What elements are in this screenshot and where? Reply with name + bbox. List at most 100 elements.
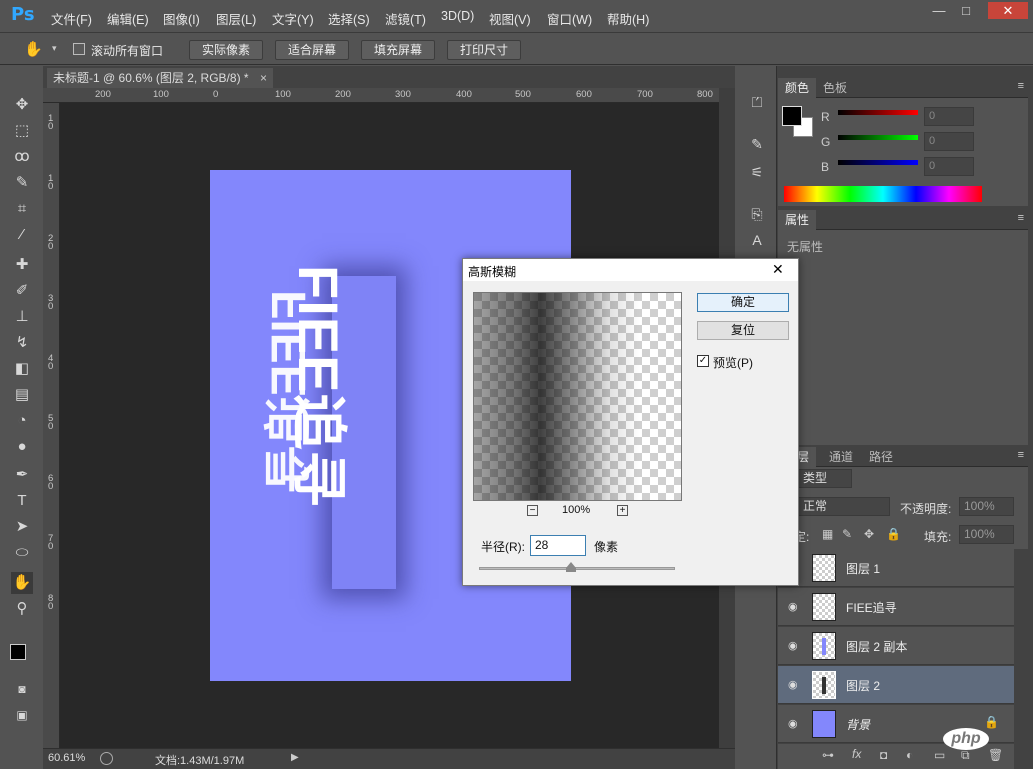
hand-tool-icon[interactable]: ✋ [24,40,43,58]
brush-panel-icon[interactable]: ⚟ [747,162,767,182]
healing-brush-tool-icon[interactable]: ✚ [11,254,33,276]
new-layer-icon[interactable]: ⧉ [961,748,970,763]
crop-tool-icon[interactable]: ⌗ [11,198,33,220]
reset-button[interactable]: 复位 [697,321,789,340]
ok-button[interactable]: 确定 [697,293,789,312]
ellipse-tool-icon[interactable]: ⬭ [11,542,33,564]
visibility-eye-icon[interactable]: ◉ [788,717,802,731]
menu-filter[interactable]: 滤镜(T) [385,9,426,28]
eyedropper-tool-icon[interactable]: ⁄ [11,224,33,246]
lock-pixels-icon[interactable]: ✎ [842,527,852,541]
tab-swatches[interactable]: 色板 [816,78,854,98]
adjustment-layer-icon[interactable]: ◐ [906,748,913,762]
type-tool-icon[interactable]: T [11,490,33,512]
properties-menu-icon[interactable]: ≡ [1018,212,1024,224]
channel-g-slider[interactable] [838,135,918,140]
channel-r-value[interactable]: 0 [924,107,974,126]
channel-g-value[interactable]: 0 [924,132,974,151]
tab-properties[interactable]: 属性 [778,210,817,230]
foreground-color-chip[interactable] [782,106,802,126]
stamp-tool-icon[interactable]: ⊥ [11,306,33,328]
layer-filter-select[interactable]: 类型 [796,469,852,488]
document-tab[interactable]: 未标题-1 @ 60.6% (图层 2, RGB/8) * × [47,68,273,88]
menu-help[interactable]: 帮助(H) [607,9,649,28]
tab-color[interactable]: 颜色 [778,78,817,98]
layer-style-icon[interactable]: fx [852,747,861,761]
layer-row-text[interactable]: ◉ FIEE追寻 [778,588,1014,626]
move-tool-icon[interactable]: ✥ [11,94,33,116]
print-size-button[interactable]: 打印尺寸 [447,40,521,60]
visibility-eye-icon[interactable]: ◉ [788,639,802,653]
menu-type[interactable]: 文字(Y) [272,9,314,28]
tab-paths[interactable]: 路径 [862,447,900,467]
history-panel-icon[interactable]: ⏍ [747,92,767,112]
link-layers-icon[interactable]: ⊶ [822,748,834,762]
eraser-tool-icon[interactable]: ◧ [11,358,33,380]
close-window-button[interactable]: ✕ [988,2,1028,19]
blur-tool-icon[interactable]: ◔ [11,410,33,432]
scroll-all-checkbox[interactable] [73,43,85,55]
quick-mask-icon[interactable]: ◙ [11,678,33,700]
maximize-button[interactable]: □ [953,2,979,19]
lock-transparent-icon[interactable]: ▦ [822,527,833,541]
zoom-out-button[interactable]: − [527,505,538,516]
add-mask-icon[interactable]: ◘ [880,748,887,762]
menu-3d[interactable]: 3D(D) [441,9,474,23]
radius-slider-track[interactable] [479,567,675,570]
layers-menu-icon[interactable]: ≡ [1018,449,1024,461]
new-group-icon[interactable]: ▭ [934,748,945,762]
screen-mode-icon[interactable]: ▣ [11,704,33,726]
hand-tool-active-icon[interactable]: ✋ [11,572,33,594]
menu-layer[interactable]: 图层(L) [216,9,256,28]
menu-view[interactable]: 视图(V) [489,9,531,28]
document-tab-close-icon[interactable]: × [260,68,267,88]
blur-preview[interactable] [473,292,682,501]
menu-select[interactable]: 选择(S) [328,9,370,28]
tool-preset-dropdown-icon[interactable]: ▾ [52,43,57,54]
marquee-tool-icon[interactable]: ⬚ [11,120,33,142]
minimize-button[interactable]: — [926,2,952,19]
status-info-icon[interactable] [100,752,113,765]
zoom-level[interactable]: 60.61% [48,752,85,764]
tab-channels[interactable]: 通道 [822,447,860,467]
layer-row-layer1[interactable]: 图层 1 [778,549,1014,587]
path-select-tool-icon[interactable]: ➤ [11,516,33,538]
lasso-tool-icon[interactable]: ꝏ [11,146,33,168]
quick-select-tool-icon[interactable]: ✎ [11,172,33,194]
delete-layer-icon[interactable]: 🗑 [988,748,1003,762]
panel-menu-icon[interactable]: ≡ [1018,80,1024,92]
radius-slider-thumb[interactable] [566,562,576,572]
dialog-close-icon[interactable]: ✕ [772,261,784,278]
character-panel-icon[interactable]: A [747,230,767,250]
pen-tool-icon[interactable]: ✒ [11,464,33,486]
actual-pixels-button[interactable]: 实际像素 [189,40,263,60]
preview-checkbox[interactable]: ✓ [697,355,709,367]
menu-window[interactable]: 窗口(W) [547,9,592,28]
gradient-tool-icon[interactable]: ▤ [11,384,33,406]
brush-tool-icon[interactable]: ✐ [11,280,33,302]
blend-mode-select[interactable]: 正常 [796,497,890,516]
menu-image[interactable]: 图像(I) [163,9,200,28]
channel-r-slider[interactable] [838,110,918,115]
visibility-eye-icon[interactable]: ◉ [788,678,802,692]
zoom-tool-icon[interactable]: ⚲ [11,598,33,620]
color-spectrum-bar[interactable] [784,186,982,202]
channel-b-slider[interactable] [838,160,918,165]
fit-screen-button[interactable]: 适合屏幕 [275,40,349,60]
fill-input[interactable]: 100% [959,525,1014,544]
brush-preset-icon[interactable]: ✎ [747,134,767,154]
history-brush-tool-icon[interactable]: ↯ [11,332,33,354]
menu-file[interactable]: 文件(F) [51,9,92,28]
zoom-in-button[interactable]: + [617,505,628,516]
foreground-color-swatch[interactable] [10,644,26,660]
layer-row-layer2[interactable]: ◉ 图层 2 [778,666,1014,704]
layer-row-layer2-copy[interactable]: ◉ 图层 2 副本 [778,627,1014,665]
lock-all-icon[interactable]: 🔒 [886,527,901,541]
channel-b-value[interactable]: 0 [924,157,974,176]
menu-edit[interactable]: 编辑(E) [107,9,149,28]
dodge-tool-icon[interactable]: ● [11,436,33,458]
opacity-input[interactable]: 100% [959,497,1014,516]
status-expand-icon[interactable]: ▶ [291,752,299,763]
fill-screen-button[interactable]: 填充屏幕 [361,40,435,60]
lock-position-icon[interactable]: ✥ [864,527,874,541]
